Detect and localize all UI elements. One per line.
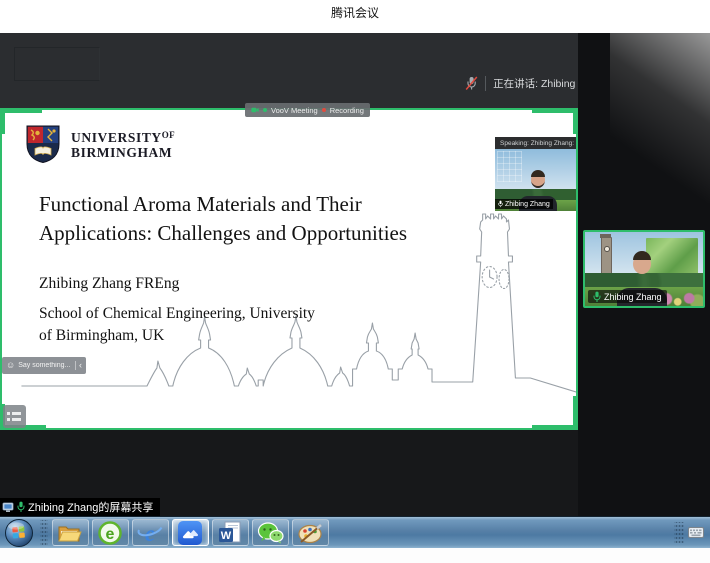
window-title: 腾讯会议 [331,4,379,33]
mic-on-icon [593,291,601,303]
share-status-text: Zhibing Zhang的屏幕共享 [28,499,153,515]
uob-wordmark: UNIVERSITYOF BIRMINGHAM [71,128,175,160]
participant-name-label: Zhibing Zhang [588,290,667,303]
taskbar-browser-360[interactable]: e [92,519,129,546]
taskbar-word[interactable]: W [212,519,249,546]
palette-icon [297,522,324,544]
university-logo: UNIVERSITYOF BIRMINGHAM [25,124,175,164]
green-building-image [497,151,522,182]
share-corner-marker [0,108,42,113]
voov-meeting-icon [177,520,203,546]
start-button[interactable] [0,517,38,548]
green-e-browser-icon: e [97,520,123,546]
green-building-image [646,238,698,274]
share-status-label: Zhibing Zhang的屏幕共享 [0,498,160,516]
taskbar-file-explorer[interactable] [52,519,89,546]
slide-affiliation: School of Chemical Engineering, Universi… [39,303,315,347]
faded-panel-outline [14,47,100,81]
taskbar-grip [40,520,48,546]
slide-author: Zhibing Zhang FREng [39,275,179,293]
meeting-list-button[interactable] [3,405,26,428]
badge-recording-text: Recording [330,106,364,115]
speaker-name: Zhibing Zhang [505,201,550,208]
wechat-icon [257,521,284,545]
windows-start-orb-icon [4,518,34,548]
slide-title: Functional Aroma Materials and Their App… [39,190,407,248]
window-titlebar: 腾讯会议 [0,0,710,33]
svg-text:W: W [221,530,232,542]
participant-name: Zhibing Zhang [604,292,662,302]
participant-video-tile[interactable]: Zhibing Zhang [583,230,705,308]
corner-gradient [610,33,710,203]
recording-dot [322,108,326,112]
share-corner-marker [573,396,578,430]
desktop-strip [0,548,710,563]
speaker-hair [531,170,545,177]
meeting-main-area: 正在讲话: Zhibing Zhang: ◆◆◆ [0,33,710,516]
camera-icon [251,107,259,113]
share-corner-marker [532,425,578,430]
divider [485,76,486,91]
svg-text:e: e [106,526,115,543]
screen-share-region: UNIVERSITYOF BIRMINGHAM Functional Aroma… [0,108,578,430]
windows-taskbar: e e [0,516,710,548]
screen: 腾讯会议 正在讲话: Zhibing Zhang: ◆◆◆ [0,0,710,563]
mic-on-icon [17,501,25,513]
green-status-dot [263,108,267,112]
speaker-video-image: Zhibing Zhang [495,149,576,211]
chat-placeholder[interactable]: Say something... [18,362,72,369]
taskbar-internet-explorer[interactable]: e [132,519,169,546]
presentation-slide: UNIVERSITYOF BIRMINGHAM Functional Aroma… [2,110,576,428]
speaker-tile-header: Speaking: Zhibing Zhang: [495,137,576,149]
share-corner-marker [0,108,5,134]
trees-image [585,273,703,288]
taskbar-voov-meeting[interactable] [172,519,209,546]
screen-share-icon [2,502,14,513]
speaker-tile-header-text: Speaking: Zhibing Zhang: [500,140,574,147]
keyboard-icon[interactable] [688,527,704,538]
folder-icon [57,522,83,544]
divider [75,361,76,370]
shared-screen-speaker-tile: Speaking: Zhibing Zhang: [495,137,576,211]
taskbar-tray [674,522,704,544]
muted-mic-icon [465,76,478,91]
tray-grip [674,522,684,544]
taskbar-wechat[interactable] [252,519,289,546]
speaker-name-label: Zhibing Zhang [495,199,553,209]
chat-quick-input[interactable]: ☺ Say something... ‹ [2,357,86,374]
share-corner-marker [532,108,578,113]
mic-icon [498,200,503,208]
collapse-chat-icon[interactable]: ‹ [79,361,82,370]
video-sidebar-panel: Zhibing Zhang [578,33,710,516]
taskbar-paint[interactable] [292,519,329,546]
share-corner-marker [573,108,578,134]
emoji-icon[interactable]: ☺ [6,361,15,370]
badge-app-name: VooV Meeting [271,106,318,115]
internet-explorer-icon: e [136,520,164,546]
recording-badge: VooV Meeting Recording [245,103,370,117]
uob-crest-icon [25,124,61,164]
word-icon: W [217,520,243,546]
